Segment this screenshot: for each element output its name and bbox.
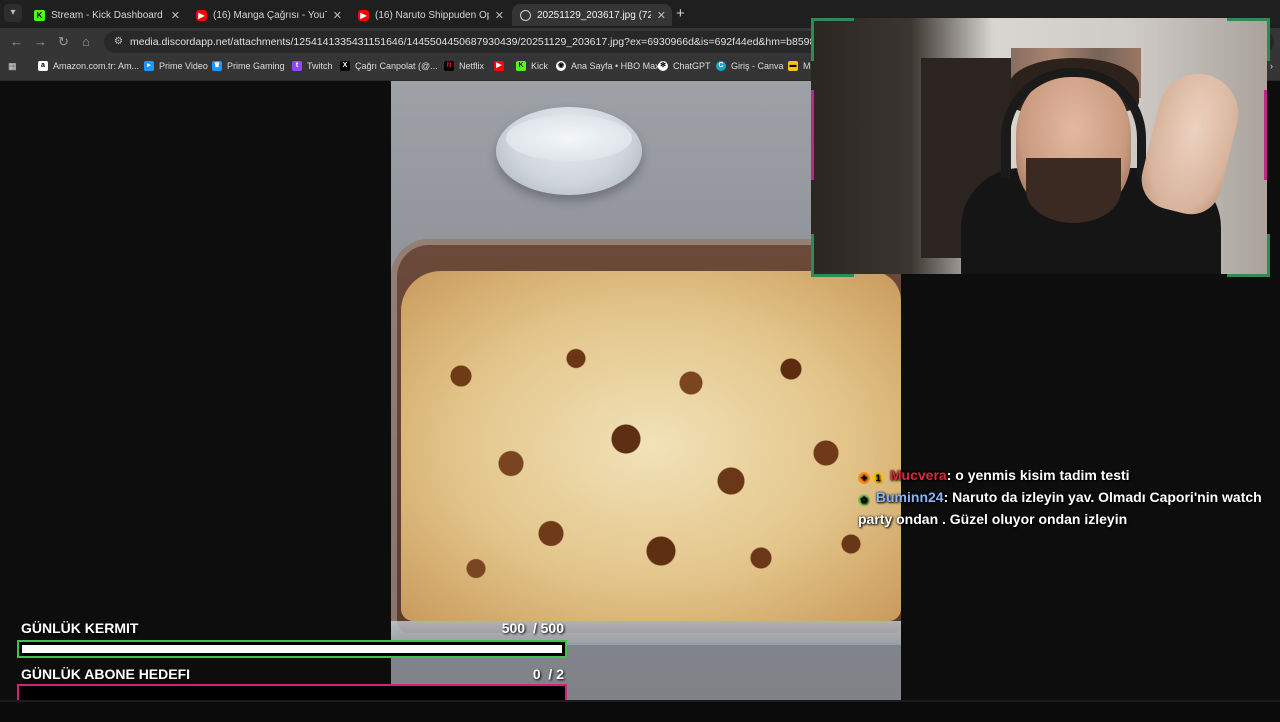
chat-message: ✿ Buminn24: Naruto da izleyin yav. Olmad… bbox=[858, 486, 1268, 530]
site-info-icon[interactable]: ⚙ bbox=[114, 31, 123, 53]
bookmark-youtube[interactable]: ▶ bbox=[494, 61, 509, 71]
webcam-frame-corner bbox=[1227, 234, 1270, 277]
chat-username: Mucvera bbox=[889, 467, 947, 483]
chat-overlay: ✦ 1 Mucvera: o yenmis kisim tadim testi ✿… bbox=[858, 464, 1268, 530]
bookmark-label: Amazon.com.tr: Am... bbox=[53, 61, 140, 71]
prime-gaming-icon: ♛ bbox=[212, 61, 222, 71]
bookmark-label: Prime Gaming bbox=[227, 61, 285, 71]
tab-title: Stream - Kick Dashboard bbox=[51, 9, 163, 21]
tab-title: (16) Naruto Shippuden Openin bbox=[375, 9, 489, 21]
chat-text: : o yenmis kisim tadim testi bbox=[946, 467, 1130, 483]
bottom-edge bbox=[0, 700, 1280, 722]
bookmark-label: M bbox=[803, 61, 811, 71]
youtube-icon: ▶ bbox=[358, 9, 369, 21]
bookmark-label: Prime Video bbox=[159, 61, 208, 71]
forward-arrow-icon[interactable]: → bbox=[34, 34, 47, 49]
tab-youtube-naruto[interactable]: ▶ (16) Naruto Shippuden Openin ✕ bbox=[350, 4, 510, 26]
subscriber-badge-icon: ✿ bbox=[858, 494, 870, 506]
kick-icon: K bbox=[34, 9, 45, 21]
goal-progress-bar-kermit bbox=[17, 640, 567, 658]
bookmark-label: Kick bbox=[531, 61, 549, 71]
goal-count-kermit: 500 / 500 bbox=[501, 620, 564, 636]
bookmark-twitch[interactable]: t Twitch bbox=[292, 61, 333, 71]
webcam-frame-accent bbox=[811, 90, 814, 180]
webcam-frame-corner bbox=[1227, 18, 1270, 61]
bookmark-canva[interactable]: C Giriş - Canva bbox=[716, 61, 784, 71]
chat-message: ✦ 1 Mucvera: o yenmis kisim tadim testi bbox=[858, 464, 1268, 486]
bookmark-prime-video[interactable]: ▸ Prime Video bbox=[144, 61, 208, 71]
close-icon[interactable]: ✕ bbox=[495, 9, 504, 22]
bookmark-kick[interactable]: K Kick bbox=[516, 61, 548, 71]
baked-cheese-shape bbox=[401, 271, 901, 621]
tab-image-jpg[interactable]: 20251129_203617.jpg (720×96 ✕ bbox=[512, 4, 672, 26]
subscriber-badge-icon: 1 bbox=[872, 472, 884, 484]
moderator-badge-icon: ✦ bbox=[858, 472, 870, 484]
chatgpt-icon: ✻ bbox=[658, 61, 668, 71]
tab-kick-dashboard[interactable]: K Stream - Kick Dashboard ✕ bbox=[26, 4, 186, 26]
reload-icon[interactable]: ↻ bbox=[58, 34, 69, 50]
bookmark-hbo-max[interactable]: ◉ Ana Sayfa • HBO Max bbox=[556, 61, 660, 71]
netflix-icon: N bbox=[444, 61, 454, 71]
bookmark-label: Çağrı Canpolat (@... bbox=[355, 61, 438, 71]
goal-progress-fill bbox=[22, 645, 562, 653]
bookmark-label: Twitch bbox=[307, 61, 333, 71]
webcam-frame-corner bbox=[811, 234, 854, 277]
canva-icon: C bbox=[716, 61, 726, 71]
bookmark-label: Ana Sayfa • HBO Max bbox=[571, 61, 660, 71]
bookmarks-overflow-icon[interactable]: › bbox=[1270, 61, 1273, 71]
bookmark-label: ChatGPT bbox=[673, 61, 711, 71]
amazon-icon: a bbox=[38, 61, 48, 71]
tab-search-button[interactable]: ▾ bbox=[4, 4, 22, 22]
bookmark-prime-gaming[interactable]: ♛ Prime Gaming bbox=[212, 61, 285, 71]
bookmark-label: Netflix bbox=[459, 61, 485, 71]
bookmark-netflix[interactable]: N Netflix bbox=[444, 61, 484, 71]
bookmark-amazon[interactable]: a Amazon.com.tr: Am... bbox=[38, 61, 139, 71]
webcam-overlay bbox=[811, 18, 1267, 274]
x-icon: X bbox=[340, 61, 350, 71]
close-icon[interactable]: ✕ bbox=[333, 9, 342, 22]
bookmark-chatgpt[interactable]: ✻ ChatGPT bbox=[658, 61, 711, 71]
close-icon[interactable]: ✕ bbox=[171, 9, 180, 22]
tab-title: (16) Manga Çağrısı - YouTube bbox=[213, 9, 327, 21]
apps-grid-icon[interactable]: ▦ bbox=[8, 61, 17, 72]
close-icon[interactable]: ✕ bbox=[657, 9, 666, 22]
youtube-icon: ▶ bbox=[494, 61, 504, 71]
youtube-icon: ▶ bbox=[196, 9, 207, 21]
kick-icon: K bbox=[516, 61, 526, 71]
url-text: media.discordapp.net/attachments/1254141… bbox=[130, 36, 885, 48]
back-arrow-icon[interactable]: ← bbox=[10, 34, 23, 49]
bookmark-x-canpolat[interactable]: X Çağrı Canpolat (@... bbox=[340, 61, 438, 71]
webcam-frame-accent bbox=[1264, 90, 1267, 180]
goal-label-kermit: GÜNLÜK KERMIT bbox=[21, 620, 139, 636]
goal-count-abone: 0 / 2 bbox=[532, 666, 564, 682]
bowl-inner-shape bbox=[506, 115, 632, 161]
home-icon[interactable]: ⌂ bbox=[82, 34, 90, 49]
tab-title: 20251129_203617.jpg (720×96 bbox=[537, 9, 651, 21]
bookmark-label: Giriş - Canva bbox=[731, 61, 784, 71]
chat-username: Buminn24 bbox=[875, 489, 944, 505]
globe-icon bbox=[520, 9, 531, 21]
bookmark-m[interactable]: ▬ M bbox=[788, 61, 811, 71]
webcam-frame-corner bbox=[811, 18, 854, 61]
tab-youtube-manga[interactable]: ▶ (16) Manga Çağrısı - YouTube ✕ bbox=[188, 4, 348, 26]
twitch-icon: t bbox=[292, 61, 302, 71]
prime-video-icon: ▸ bbox=[144, 61, 154, 71]
folder-icon: ▬ bbox=[788, 61, 798, 71]
goal-label-abone: GÜNLÜK ABONE HEDEFI bbox=[21, 666, 191, 682]
new-tab-button[interactable]: + bbox=[676, 5, 685, 22]
hbo-icon: ◉ bbox=[556, 61, 566, 71]
